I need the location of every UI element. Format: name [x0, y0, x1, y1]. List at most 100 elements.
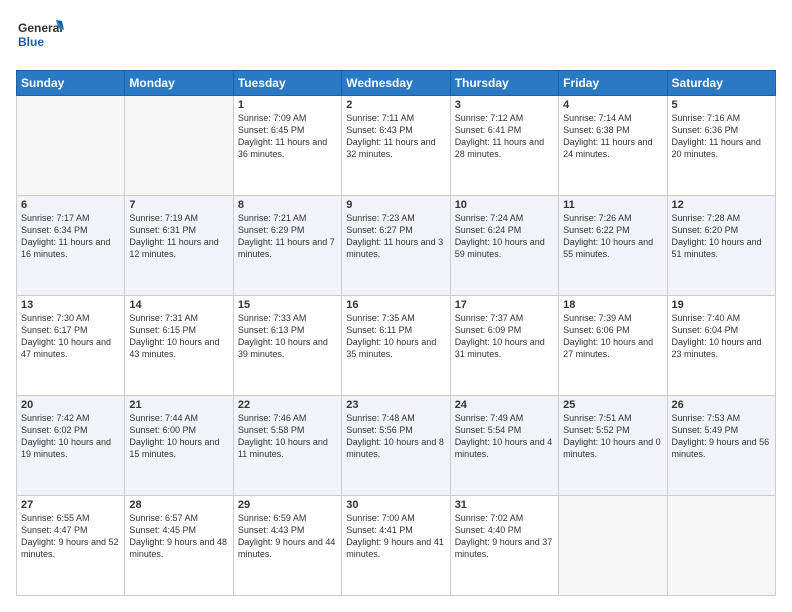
logo-svg: General Blue — [16, 16, 66, 60]
day-number: 21 — [129, 399, 228, 411]
day-number: 13 — [21, 299, 120, 311]
day-header-monday: Monday — [125, 71, 233, 96]
day-number: 4 — [563, 99, 662, 111]
day-number: 7 — [129, 199, 228, 211]
calendar-header-row: SundayMondayTuesdayWednesdayThursdayFrid… — [17, 71, 776, 96]
calendar-cell: 13Sunrise: 7:30 AM Sunset: 6:17 PM Dayli… — [17, 296, 125, 396]
day-content: Sunrise: 7:19 AM Sunset: 6:31 PM Dayligh… — [129, 212, 228, 261]
day-content: Sunrise: 7:42 AM Sunset: 6:02 PM Dayligh… — [21, 412, 120, 461]
day-number: 31 — [455, 499, 554, 511]
calendar-cell: 21Sunrise: 7:44 AM Sunset: 6:00 PM Dayli… — [125, 396, 233, 496]
day-number: 2 — [346, 99, 445, 111]
day-number: 14 — [129, 299, 228, 311]
header: General Blue — [16, 16, 776, 60]
day-number: 17 — [455, 299, 554, 311]
calendar-cell: 31Sunrise: 7:02 AM Sunset: 4:40 PM Dayli… — [450, 496, 558, 596]
svg-text:General: General — [18, 21, 63, 35]
day-content: Sunrise: 6:55 AM Sunset: 4:47 PM Dayligh… — [21, 512, 120, 561]
day-content: Sunrise: 7:24 AM Sunset: 6:24 PM Dayligh… — [455, 212, 554, 261]
calendar-table: SundayMondayTuesdayWednesdayThursdayFrid… — [16, 70, 776, 596]
day-number: 5 — [672, 99, 771, 111]
calendar-cell: 17Sunrise: 7:37 AM Sunset: 6:09 PM Dayli… — [450, 296, 558, 396]
day-content: Sunrise: 7:40 AM Sunset: 6:04 PM Dayligh… — [672, 312, 771, 361]
day-number: 20 — [21, 399, 120, 411]
day-number: 27 — [21, 499, 120, 511]
day-number: 24 — [455, 399, 554, 411]
day-content: Sunrise: 7:30 AM Sunset: 6:17 PM Dayligh… — [21, 312, 120, 361]
day-number: 12 — [672, 199, 771, 211]
calendar-cell: 10Sunrise: 7:24 AM Sunset: 6:24 PM Dayli… — [450, 196, 558, 296]
calendar-cell: 6Sunrise: 7:17 AM Sunset: 6:34 PM Daylig… — [17, 196, 125, 296]
day-header-sunday: Sunday — [17, 71, 125, 96]
calendar-week-3: 13Sunrise: 7:30 AM Sunset: 6:17 PM Dayli… — [17, 296, 776, 396]
day-number: 9 — [346, 199, 445, 211]
day-number: 26 — [672, 399, 771, 411]
day-content: Sunrise: 6:57 AM Sunset: 4:45 PM Dayligh… — [129, 512, 228, 561]
calendar-cell: 24Sunrise: 7:49 AM Sunset: 5:54 PM Dayli… — [450, 396, 558, 496]
day-content: Sunrise: 7:37 AM Sunset: 6:09 PM Dayligh… — [455, 312, 554, 361]
calendar-cell: 8Sunrise: 7:21 AM Sunset: 6:29 PM Daylig… — [233, 196, 341, 296]
day-number: 25 — [563, 399, 662, 411]
day-content: Sunrise: 7:09 AM Sunset: 6:45 PM Dayligh… — [238, 112, 337, 161]
calendar-cell: 15Sunrise: 7:33 AM Sunset: 6:13 PM Dayli… — [233, 296, 341, 396]
day-content: Sunrise: 7:16 AM Sunset: 6:36 PM Dayligh… — [672, 112, 771, 161]
day-number: 22 — [238, 399, 337, 411]
calendar-cell — [17, 96, 125, 196]
day-content: Sunrise: 7:14 AM Sunset: 6:38 PM Dayligh… — [563, 112, 662, 161]
day-number: 15 — [238, 299, 337, 311]
day-content: Sunrise: 7:39 AM Sunset: 6:06 PM Dayligh… — [563, 312, 662, 361]
day-number: 19 — [672, 299, 771, 311]
day-content: Sunrise: 7:28 AM Sunset: 6:20 PM Dayligh… — [672, 212, 771, 261]
calendar-cell: 28Sunrise: 6:57 AM Sunset: 4:45 PM Dayli… — [125, 496, 233, 596]
day-number: 10 — [455, 199, 554, 211]
day-number: 8 — [238, 199, 337, 211]
calendar-cell — [125, 96, 233, 196]
calendar-cell: 22Sunrise: 7:46 AM Sunset: 5:58 PM Dayli… — [233, 396, 341, 496]
calendar-cell: 4Sunrise: 7:14 AM Sunset: 6:38 PM Daylig… — [559, 96, 667, 196]
calendar-week-1: 1Sunrise: 7:09 AM Sunset: 6:45 PM Daylig… — [17, 96, 776, 196]
svg-text:Blue: Blue — [18, 35, 44, 49]
calendar-cell: 5Sunrise: 7:16 AM Sunset: 6:36 PM Daylig… — [667, 96, 775, 196]
day-content: Sunrise: 7:48 AM Sunset: 5:56 PM Dayligh… — [346, 412, 445, 461]
calendar-cell: 29Sunrise: 6:59 AM Sunset: 4:43 PM Dayli… — [233, 496, 341, 596]
day-content: Sunrise: 7:33 AM Sunset: 6:13 PM Dayligh… — [238, 312, 337, 361]
calendar-cell: 19Sunrise: 7:40 AM Sunset: 6:04 PM Dayli… — [667, 296, 775, 396]
day-content: Sunrise: 7:53 AM Sunset: 5:49 PM Dayligh… — [672, 412, 771, 461]
day-content: Sunrise: 7:49 AM Sunset: 5:54 PM Dayligh… — [455, 412, 554, 461]
day-number: 29 — [238, 499, 337, 511]
calendar-cell: 18Sunrise: 7:39 AM Sunset: 6:06 PM Dayli… — [559, 296, 667, 396]
calendar-cell: 2Sunrise: 7:11 AM Sunset: 6:43 PM Daylig… — [342, 96, 450, 196]
day-number: 18 — [563, 299, 662, 311]
day-content: Sunrise: 7:26 AM Sunset: 6:22 PM Dayligh… — [563, 212, 662, 261]
day-number: 30 — [346, 499, 445, 511]
calendar-cell: 16Sunrise: 7:35 AM Sunset: 6:11 PM Dayli… — [342, 296, 450, 396]
day-number: 16 — [346, 299, 445, 311]
calendar-week-5: 27Sunrise: 6:55 AM Sunset: 4:47 PM Dayli… — [17, 496, 776, 596]
calendar-cell: 30Sunrise: 7:00 AM Sunset: 4:41 PM Dayli… — [342, 496, 450, 596]
calendar-cell: 26Sunrise: 7:53 AM Sunset: 5:49 PM Dayli… — [667, 396, 775, 496]
calendar-cell: 7Sunrise: 7:19 AM Sunset: 6:31 PM Daylig… — [125, 196, 233, 296]
calendar-cell: 1Sunrise: 7:09 AM Sunset: 6:45 PM Daylig… — [233, 96, 341, 196]
page: General Blue SundayMondayTuesdayWednesda… — [0, 0, 792, 612]
day-content: Sunrise: 7:00 AM Sunset: 4:41 PM Dayligh… — [346, 512, 445, 561]
day-content: Sunrise: 7:12 AM Sunset: 6:41 PM Dayligh… — [455, 112, 554, 161]
day-content: Sunrise: 7:51 AM Sunset: 5:52 PM Dayligh… — [563, 412, 662, 461]
calendar-cell: 14Sunrise: 7:31 AM Sunset: 6:15 PM Dayli… — [125, 296, 233, 396]
calendar-week-4: 20Sunrise: 7:42 AM Sunset: 6:02 PM Dayli… — [17, 396, 776, 496]
calendar-cell: 27Sunrise: 6:55 AM Sunset: 4:47 PM Dayli… — [17, 496, 125, 596]
day-content: Sunrise: 7:23 AM Sunset: 6:27 PM Dayligh… — [346, 212, 445, 261]
day-content: Sunrise: 7:17 AM Sunset: 6:34 PM Dayligh… — [21, 212, 120, 261]
calendar-cell — [667, 496, 775, 596]
logo: General Blue — [16, 16, 66, 60]
day-content: Sunrise: 7:44 AM Sunset: 6:00 PM Dayligh… — [129, 412, 228, 461]
day-header-saturday: Saturday — [667, 71, 775, 96]
day-header-friday: Friday — [559, 71, 667, 96]
day-number: 23 — [346, 399, 445, 411]
calendar-cell — [559, 496, 667, 596]
day-number: 3 — [455, 99, 554, 111]
day-content: Sunrise: 7:11 AM Sunset: 6:43 PM Dayligh… — [346, 112, 445, 161]
day-number: 28 — [129, 499, 228, 511]
calendar-week-2: 6Sunrise: 7:17 AM Sunset: 6:34 PM Daylig… — [17, 196, 776, 296]
calendar-cell: 3Sunrise: 7:12 AM Sunset: 6:41 PM Daylig… — [450, 96, 558, 196]
day-content: Sunrise: 7:46 AM Sunset: 5:58 PM Dayligh… — [238, 412, 337, 461]
